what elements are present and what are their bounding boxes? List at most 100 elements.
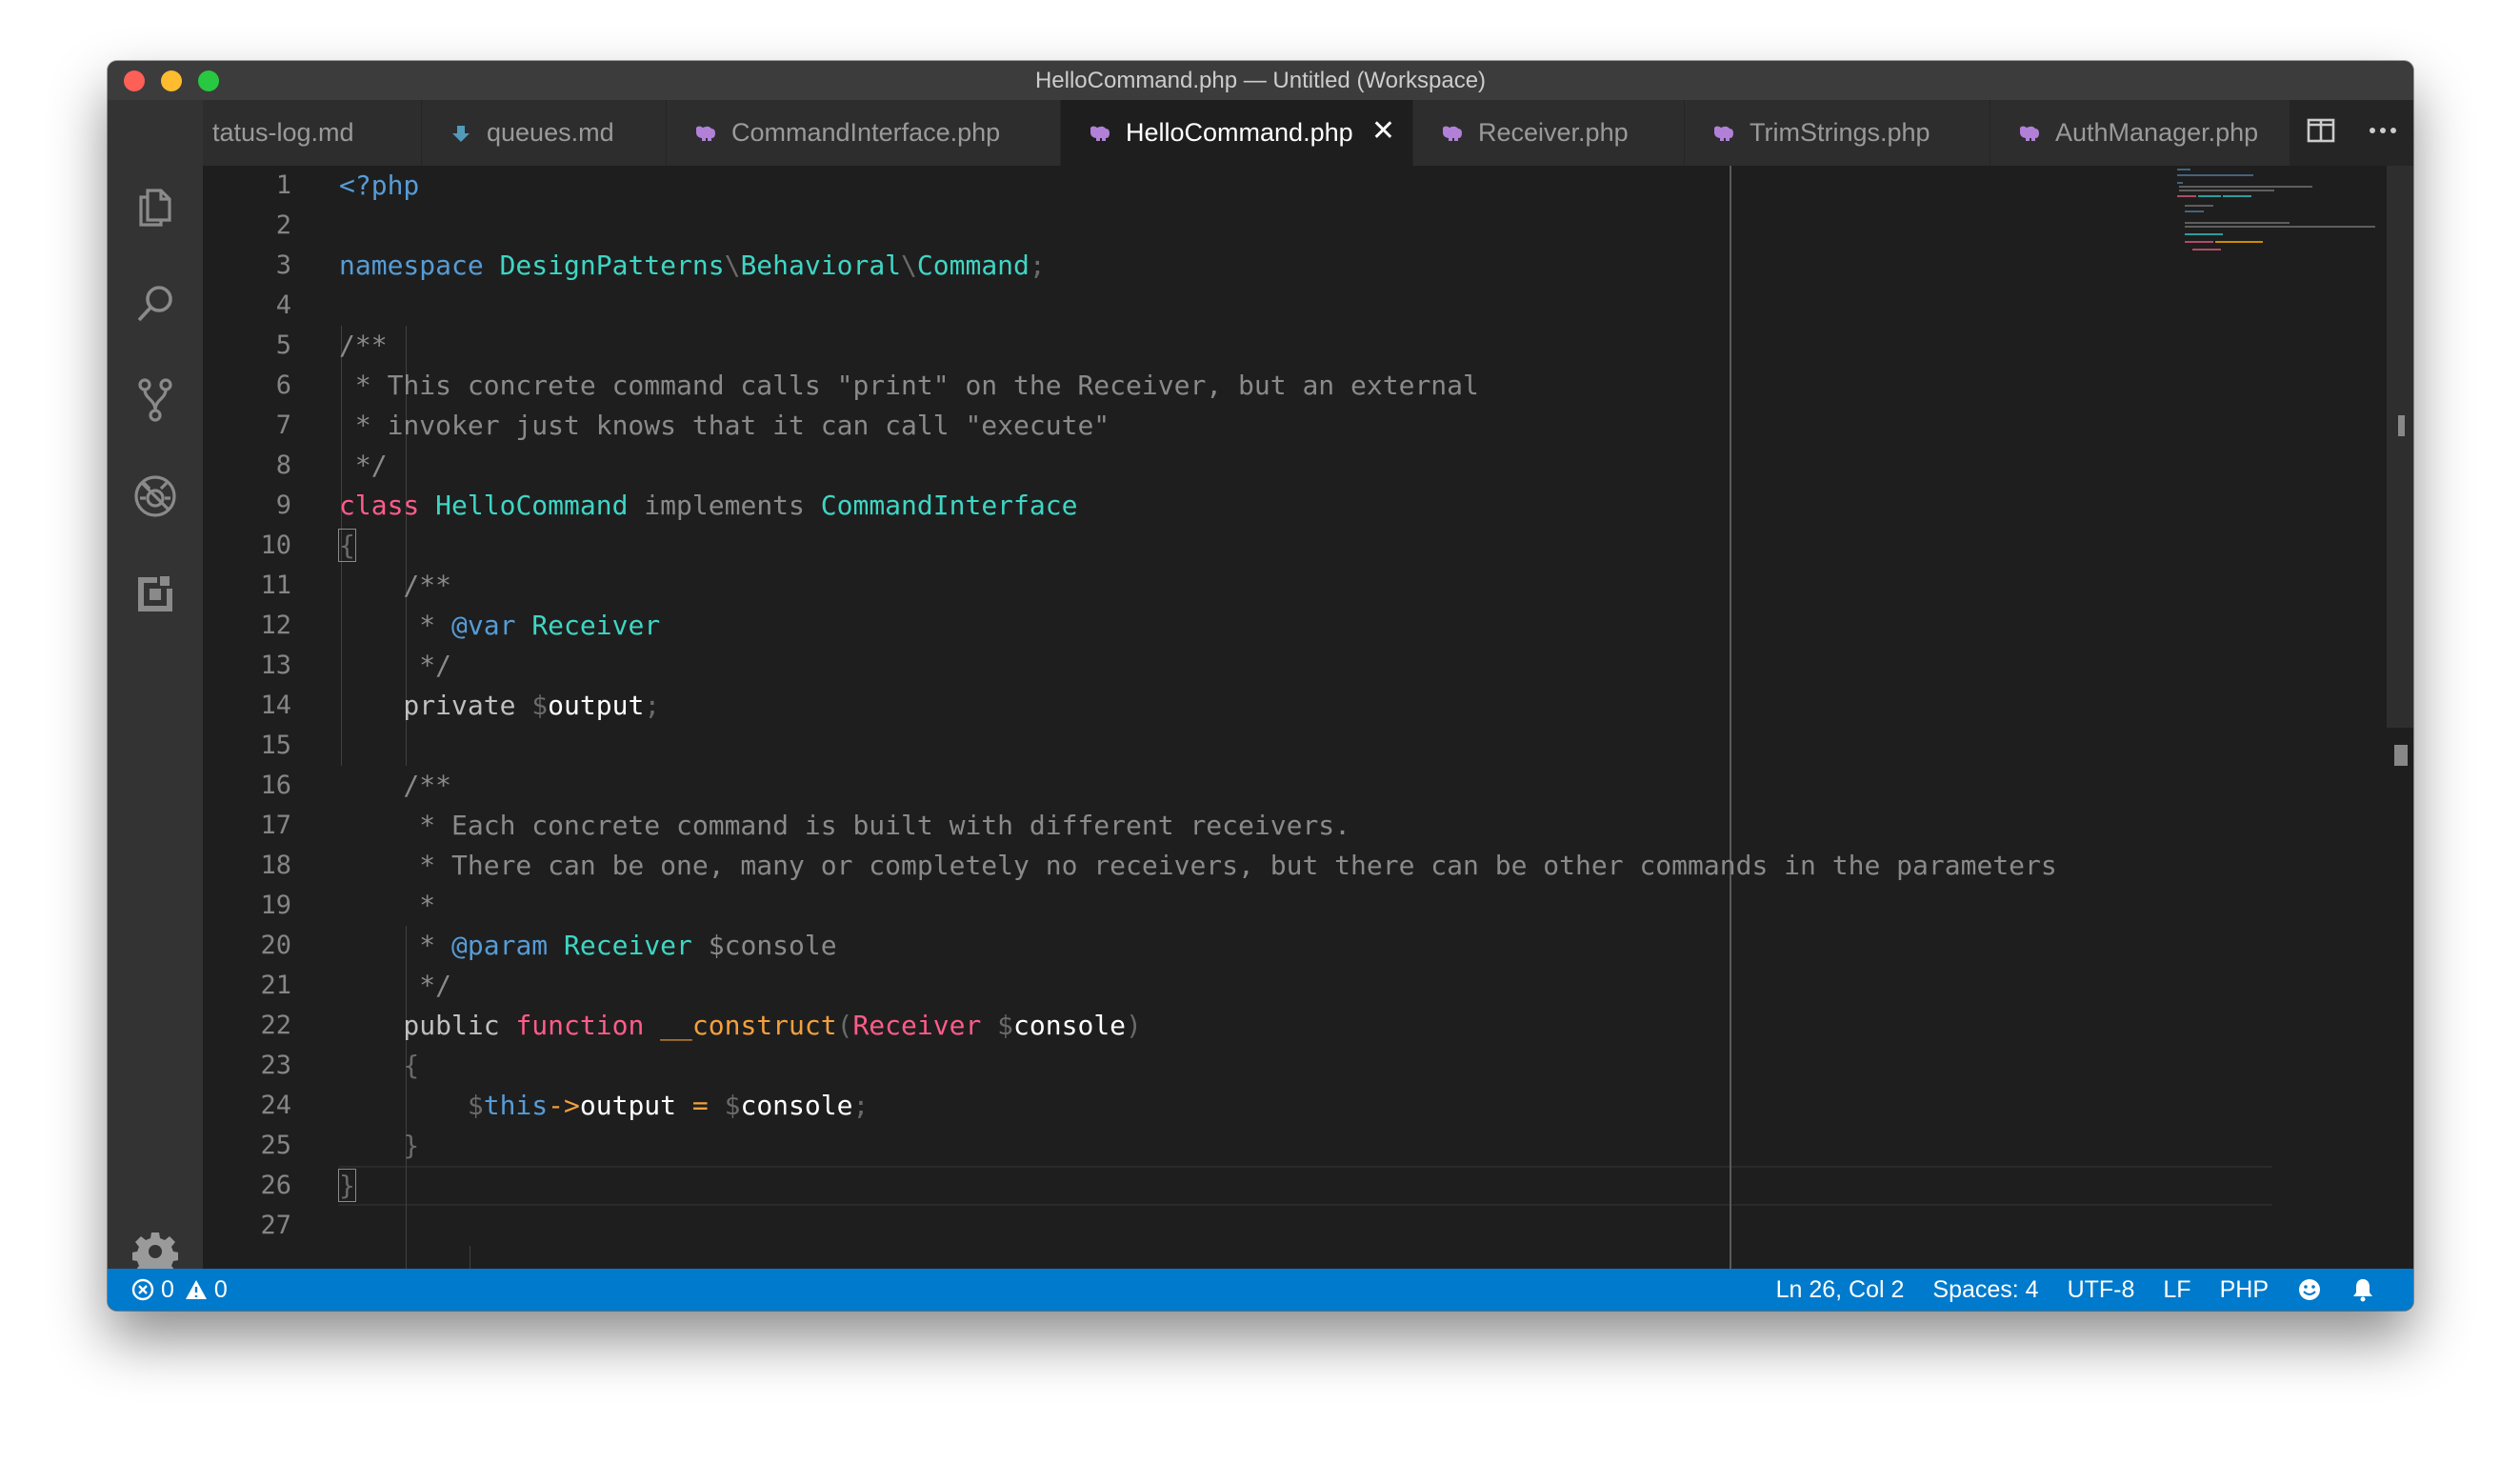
line-number: 2 xyxy=(275,210,291,240)
code-token: this xyxy=(483,1090,549,1121)
line-number: 17 xyxy=(260,811,291,840)
files-icon[interactable] xyxy=(130,183,180,232)
code-line[interactable]: /** xyxy=(339,566,451,606)
encoding[interactable]: UTF-8 xyxy=(2068,1276,2135,1304)
line-number: 6 xyxy=(275,371,291,400)
tab-queues-md[interactable]: queues.md xyxy=(422,100,667,166)
code-token: /** xyxy=(339,570,452,601)
code-token: Behavioral xyxy=(740,250,902,281)
code-content[interactable]: <?php namespace DesignPatterns\Behavioral… xyxy=(338,166,2175,1269)
line-number-gutter: 1 2 3 4 5 6 7 8 9 10 11 12 13 14 15 16 17 18 19 20 21 22 23 24 2… xyxy=(203,166,298,1269)
code-line[interactable]: /** xyxy=(339,766,451,806)
code-token: /** xyxy=(339,770,452,801)
php-file-icon xyxy=(1443,126,1462,141)
notifications-bell-icon[interactable] xyxy=(2350,1277,2375,1302)
code-token: * xyxy=(339,930,452,961)
code-line[interactable]: * xyxy=(339,886,435,926)
extensions-icon[interactable] xyxy=(130,568,180,617)
code-token: * Each concrete command is built with di… xyxy=(339,810,1351,841)
code-line[interactable]: * invoker just knows that it can call "e… xyxy=(339,406,1110,446)
line-number: 13 xyxy=(260,651,291,680)
tab-tatus-log-md[interactable]: tatus-log.md xyxy=(203,100,422,166)
close-window-button[interactable] xyxy=(124,70,145,91)
source-control-icon[interactable] xyxy=(130,375,180,425)
code-token: ( xyxy=(836,1010,853,1041)
code-line[interactable]: class HelloCommand implements CommandInt… xyxy=(339,486,1077,526)
code-token: console xyxy=(1013,1010,1127,1041)
error-count: 0 xyxy=(161,1275,174,1303)
minimize-window-button[interactable] xyxy=(161,70,182,91)
problems-errors[interactable]: 0 xyxy=(130,1276,174,1304)
search-icon[interactable] xyxy=(130,279,180,329)
code-line[interactable]: public function __construct(Receiver $co… xyxy=(339,1006,1142,1046)
tab-commandinterface-php[interactable]: CommandInterface.php xyxy=(667,100,1061,166)
minimap[interactable] xyxy=(2175,166,2394,290)
code-token: { xyxy=(338,529,356,562)
problems-warnings[interactable]: 0 xyxy=(184,1276,228,1304)
code-token: -> xyxy=(548,1090,580,1121)
code-line[interactable]: namespace DesignPatterns\Behavioral\Comm… xyxy=(339,246,1046,286)
title-bar: HelloCommand.php — Untitled (Workspace) xyxy=(108,61,2413,100)
code-line[interactable]: } xyxy=(338,1166,356,1206)
code-editor[interactable]: 1 2 3 4 5 6 7 8 9 10 11 12 13 14 15 16 17 18 19 20 21 22 23 24 2… xyxy=(203,166,2413,1269)
tab-hellocommand-php[interactable]: HelloCommand.php ✕ xyxy=(1061,100,1413,166)
code-line[interactable]: */ xyxy=(339,646,451,686)
end-of-line[interactable]: LF xyxy=(2163,1276,2190,1304)
feedback-smiley-icon[interactable] xyxy=(2297,1277,2322,1302)
code-token: DesignPatterns xyxy=(499,250,725,281)
code-line[interactable]: * @param Receiver $console xyxy=(339,926,836,966)
debug-icon[interactable] xyxy=(130,471,180,521)
code-token: */ xyxy=(339,450,388,481)
code-line[interactable]: { xyxy=(339,1046,419,1086)
line-number: 18 xyxy=(260,851,291,880)
tab-label: queues.md xyxy=(487,118,614,147)
code-line[interactable]: */ xyxy=(339,966,451,1006)
code-token: \ xyxy=(724,250,741,281)
code-line[interactable]: * Each concrete command is built with di… xyxy=(339,806,1350,846)
tab-label: CommandInterface.php xyxy=(731,118,1001,147)
scrollbar-marker xyxy=(2394,745,2408,766)
code-token: ) xyxy=(1126,1010,1142,1041)
indentation[interactable]: Spaces: 4 xyxy=(1932,1276,2038,1304)
maximize-window-button[interactable] xyxy=(198,70,219,91)
code-token: Receiver xyxy=(852,1010,982,1041)
code-token: $ xyxy=(724,1090,741,1121)
line-number: 9 xyxy=(275,491,291,520)
code-line[interactable]: $this->output = $console; xyxy=(339,1086,869,1126)
tab-authmanager-php[interactable]: AuthManager.php xyxy=(1990,100,2314,166)
line-number: 23 xyxy=(260,1051,291,1080)
tab-bar: tatus-log.md queues.md CommandInterface.ph… xyxy=(203,100,2413,166)
code-token: * xyxy=(339,890,436,921)
code-line[interactable]: } xyxy=(339,1126,419,1166)
language-mode[interactable]: PHP xyxy=(2220,1276,2269,1304)
line-number: 21 xyxy=(260,971,291,1000)
code-line[interactable]: private $output; xyxy=(339,686,660,726)
line-number: 4 xyxy=(275,291,291,320)
code-token: ; xyxy=(852,1090,870,1121)
tab-receiver-php[interactable]: Receiver.php xyxy=(1413,100,1685,166)
code-line[interactable]: */ xyxy=(339,446,388,486)
code-line[interactable]: * There can be one, many or completely n… xyxy=(339,846,2056,886)
more-actions-icon[interactable] xyxy=(2367,114,2399,151)
line-number: 22 xyxy=(260,1011,291,1040)
code-line[interactable]: <?php xyxy=(339,166,419,206)
code-token: \ xyxy=(901,250,917,281)
line-number: 1 xyxy=(275,170,291,200)
code-line[interactable]: * This concrete command calls "print" on… xyxy=(339,366,1479,406)
code-line[interactable]: /** xyxy=(339,326,388,366)
warning-count: 0 xyxy=(213,1275,228,1303)
code-token: ; xyxy=(1029,250,1046,281)
tab-label: Receiver.php xyxy=(1478,118,1629,147)
split-editor-icon[interactable] xyxy=(2305,114,2337,151)
php-file-icon xyxy=(2020,126,2039,141)
vertical-scrollbar[interactable] xyxy=(2387,166,2413,728)
code-line[interactable]: { xyxy=(338,526,356,566)
cursor-position[interactable]: Ln 26, Col 2 xyxy=(1776,1276,1905,1304)
line-number: 8 xyxy=(275,451,291,480)
tab-trimstrings-php[interactable]: TrimStrings.php xyxy=(1685,100,1990,166)
code-token: function xyxy=(515,1010,661,1041)
code-line[interactable]: * @var Receiver xyxy=(339,606,660,646)
close-tab-icon[interactable]: ✕ xyxy=(1371,117,1395,146)
